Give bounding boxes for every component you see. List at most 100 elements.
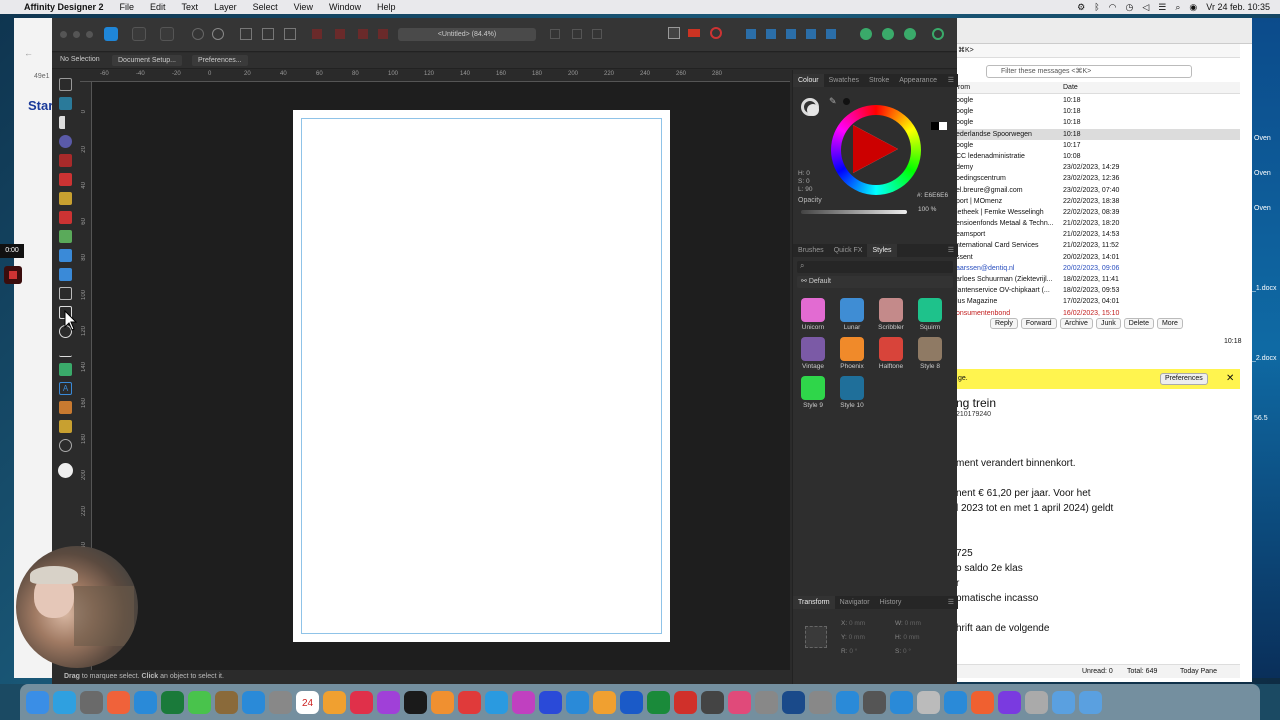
tab-colour[interactable]: Colour [793, 74, 824, 87]
align-top-icon[interactable] [806, 29, 816, 39]
transform-field[interactable]: X: 0 mm [841, 620, 865, 627]
dock-app-icon[interactable] [404, 690, 427, 714]
crop-tool-icon[interactable] [59, 287, 72, 300]
desktop-file-label[interactable]: Oven [1254, 205, 1271, 212]
message-row[interactable]: CC ledenadministratie 10:08 [956, 151, 1240, 162]
dock-app-icon[interactable] [1052, 690, 1075, 714]
point-transform-tool-icon[interactable] [59, 154, 72, 167]
dock-app-icon[interactable] [80, 690, 103, 714]
node-tool-icon[interactable] [59, 116, 66, 129]
dock-app-icon[interactable] [134, 690, 157, 714]
message-row[interactable]: ssent 20/02/2023, 14:01 [956, 252, 1240, 263]
menu-layer[interactable]: Layer [206, 0, 245, 14]
dock-app-icon[interactable] [971, 690, 994, 714]
insert-icon[interactable] [668, 27, 680, 39]
dock-app-icon[interactable] [188, 690, 211, 714]
flip-horizontal-icon[interactable] [550, 29, 560, 39]
tab-swatches[interactable]: Swatches [824, 74, 864, 87]
style-swatch[interactable] [840, 376, 864, 400]
dock-app-icon[interactable] [728, 690, 751, 714]
snapping-icon[interactable] [212, 28, 224, 40]
browser-tab[interactable]: 49e1 [34, 73, 50, 80]
desktop-file-label[interactable]: Oven [1254, 135, 1271, 142]
dock-app-icon[interactable] [161, 690, 184, 714]
window-minimize-button[interactable] [73, 31, 80, 38]
artboard-tool-icon[interactable] [59, 97, 72, 110]
vector-brush-tool-icon[interactable] [59, 211, 72, 224]
clock[interactable]: Vr 24 feb. 10:35 [1206, 2, 1270, 12]
panel-menu-icon[interactable]: ☰ [943, 596, 958, 609]
dock-app-icon[interactable] [593, 690, 616, 714]
export-persona-icon[interactable] [160, 27, 174, 41]
style-swatch[interactable] [801, 337, 825, 361]
dock-app-icon[interactable] [917, 690, 940, 714]
view-mode-icon[interactable] [192, 28, 204, 40]
align-left-icon[interactable] [746, 29, 756, 39]
forward-button[interactable]: Forward [1020, 318, 1057, 329]
eyedropper-icon[interactable]: ✎ [829, 96, 837, 107]
arrange-icon[interactable] [240, 28, 252, 40]
dock-app-icon[interactable] [944, 690, 967, 714]
window-zoom-button[interactable] [86, 31, 93, 38]
dock-app-icon[interactable] [107, 690, 130, 714]
style-swatch[interactable] [801, 376, 825, 400]
dock-app-icon[interactable] [566, 690, 589, 714]
shape-tool-icon[interactable] [59, 363, 72, 376]
dock-app-icon[interactable] [458, 690, 481, 714]
dock-app-icon[interactable] [1025, 690, 1048, 714]
dock-app-icon[interactable] [242, 690, 265, 714]
message-row[interactable]: demy 23/02/2023, 14:29 [956, 162, 1240, 173]
corner-tool-icon[interactable] [59, 135, 72, 148]
message-row[interactable]: eamsport 21/02/2023, 14:53 [956, 229, 1240, 240]
desktop-file-label[interactable]: 56.5 [1254, 415, 1268, 422]
preferences-dropdown[interactable]: Preferences [1160, 373, 1208, 385]
fill-well[interactable] [807, 104, 819, 116]
style-swatch[interactable] [918, 298, 942, 322]
message-row[interactable]: arloes Schuurman (Ziektevrijl... 18/02/20… [956, 274, 1240, 285]
message-row[interactable]: nternational Card Services 21/02/2023, 11… [956, 240, 1240, 251]
message-row[interactable]: lantenservice OV-chipkaart (... 18/02/202… [956, 285, 1240, 296]
dock-app-icon[interactable] [53, 690, 76, 714]
dock-app-icon[interactable] [701, 690, 724, 714]
today-pane-toggle[interactable]: Today Pane [1180, 668, 1217, 675]
fill-tool-icon[interactable] [59, 230, 72, 243]
align-bottom-icon[interactable] [826, 29, 836, 39]
message-row[interactable]: oogle 10:18 [956, 106, 1240, 117]
style-swatch[interactable] [918, 337, 942, 361]
black-swatch[interactable] [843, 98, 850, 105]
menu-edit[interactable]: Edit [142, 0, 174, 14]
control-center-icon[interactable]: ☰ [1158, 2, 1166, 13]
wifi-icon[interactable]: ◠ [1109, 2, 1117, 13]
opacity-slider[interactable] [801, 210, 907, 214]
style-swatch[interactable] [879, 298, 903, 322]
message-row[interactable]: port | MOmenz 22/02/2023, 18:38 [956, 196, 1240, 207]
document-title[interactable]: <Untitled> (84.4%) [398, 28, 536, 41]
flip-vertical-icon[interactable] [572, 29, 582, 39]
transform-field[interactable]: Y: 0 mm [841, 634, 865, 641]
dock-app-icon[interactable] [863, 690, 886, 714]
preview-mode-icon[interactable] [904, 28, 916, 40]
mail-filter-input[interactable]: Filter these messages <⌘K> [986, 65, 1192, 78]
tab-stroke[interactable]: Stroke [864, 74, 894, 87]
dock-app-icon[interactable] [26, 690, 49, 714]
snapping-manager-icon[interactable] [882, 28, 894, 40]
transform-icon[interactable] [284, 28, 296, 40]
opacity-value[interactable]: 100 % [918, 206, 936, 213]
dock-app-icon[interactable] [809, 690, 832, 714]
align-icon[interactable] [262, 28, 274, 40]
desktop-file-label[interactable]: Oven [1254, 170, 1271, 177]
column-from[interactable]: rom [958, 84, 970, 91]
tab-appearance[interactable]: Appearance [894, 74, 942, 87]
menu-help[interactable]: Help [369, 0, 404, 14]
tab-brushes[interactable]: Brushes [793, 244, 829, 257]
anchor-selector[interactable] [805, 626, 827, 648]
artboard-page[interactable] [293, 110, 670, 642]
zoom-tool-icon[interactable] [59, 439, 72, 452]
pencil-tool-icon[interactable] [59, 192, 72, 205]
dock-app-icon[interactable] [836, 690, 859, 714]
rotate-icon[interactable] [592, 29, 602, 39]
align-center-icon[interactable] [766, 29, 776, 39]
style-swatch[interactable] [840, 337, 864, 361]
transform-field[interactable]: R: 0 ° [841, 648, 857, 655]
tab-styles[interactable]: Styles [867, 244, 897, 257]
